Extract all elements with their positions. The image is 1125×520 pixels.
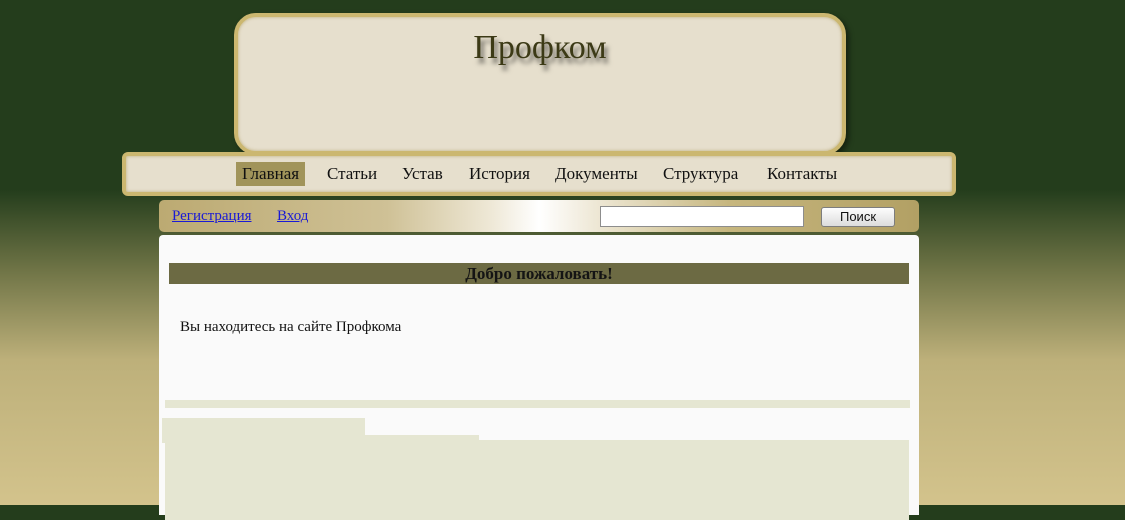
nav-item-history[interactable]: История xyxy=(463,162,536,186)
site-header: Профком xyxy=(234,13,846,155)
site-title: Профком xyxy=(473,29,607,66)
welcome-text: Вы находитесь на сайте Профкома xyxy=(180,319,402,335)
login-link[interactable]: Вход xyxy=(277,208,308,225)
main-navigation: Главная Статьи Устав История Документы С… xyxy=(122,152,956,196)
nav-item-home[interactable]: Главная xyxy=(236,162,306,186)
nav-item-articles[interactable]: Статьи xyxy=(321,162,383,186)
user-bar: Регистрация Вход Поиск xyxy=(159,200,919,232)
nav-item-charter[interactable]: Устав xyxy=(396,162,449,186)
search-input[interactable] xyxy=(600,206,804,227)
search-button[interactable]: Поиск xyxy=(821,207,895,227)
content-placeholder-block xyxy=(165,440,909,520)
nav-item-structure[interactable]: Структура xyxy=(657,162,744,186)
content-divider xyxy=(165,400,910,408)
nav-item-documents[interactable]: Документы xyxy=(549,162,644,186)
main-content: Добро пожаловать! Вы находитесь на сайте… xyxy=(159,235,919,520)
register-link[interactable]: Регистрация xyxy=(172,208,252,225)
welcome-heading: Добро пожаловать! xyxy=(169,263,909,284)
nav-item-contacts[interactable]: Контакты xyxy=(761,162,843,186)
